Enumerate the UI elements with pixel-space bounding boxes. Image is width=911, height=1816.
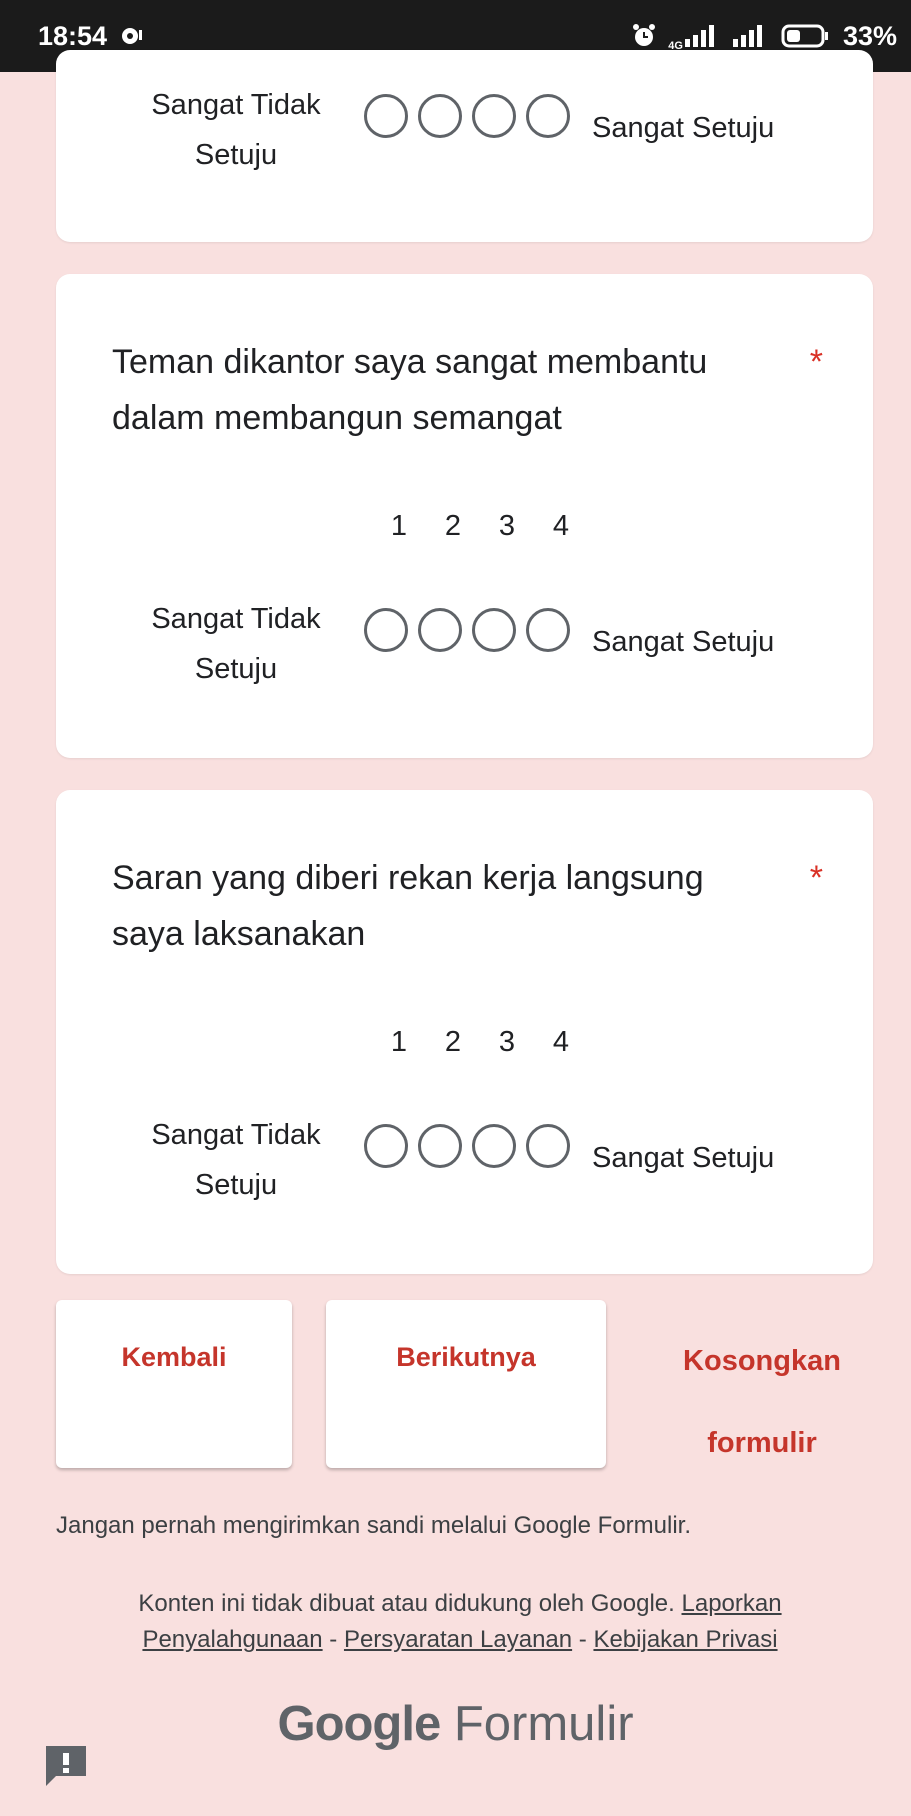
radio-option-3[interactable] — [472, 1124, 516, 1168]
scale-number-1: 1 — [390, 510, 408, 542]
clear-form-button[interactable]: Kosongkan formulir — [636, 1320, 888, 1484]
radio-option-3[interactable] — [472, 608, 516, 652]
required-asterisk: * — [809, 859, 823, 897]
required-asterisk: * — [809, 343, 823, 381]
clock: 18:54 — [38, 20, 108, 51]
scale-number-3: 3 — [498, 1026, 516, 1058]
radio-option-4[interactable] — [526, 94, 570, 138]
question-title: Saran yang diberi rekan kerja langsung s… — [112, 859, 704, 953]
radio-option-2[interactable] — [418, 608, 462, 652]
battery-icon — [781, 24, 828, 48]
next-button[interactable]: Berikutnya — [326, 1300, 606, 1468]
radio-option-2[interactable] — [418, 94, 462, 138]
brand-google: Google — [277, 1697, 441, 1751]
radio-group — [364, 1124, 584, 1174]
radio-option-1[interactable] — [364, 608, 408, 652]
low-label: Sangat Tidak Setuju — [151, 1119, 321, 1201]
radio-option-4[interactable] — [526, 1124, 570, 1168]
scale-number-2: 2 — [444, 1026, 462, 1058]
radio-option-4[interactable] — [526, 608, 570, 652]
question-title: Teman dikantor saya sangat membantu dala… — [112, 343, 708, 437]
scale-number-1: 1 — [390, 1026, 408, 1058]
question-card-3: Saran yang diberi rekan kerja langsung s… — [56, 790, 873, 1274]
high-label: Sangat Setuju — [592, 112, 775, 144]
scale-number-4: 4 — [552, 1026, 570, 1058]
radio-group — [364, 608, 584, 658]
terms-link[interactable]: Persyaratan Layanan — [344, 1626, 572, 1653]
footer-disclaimer: Konten ini tidak dibuat atau didukung ol… — [60, 1586, 860, 1658]
separator: - — [329, 1626, 338, 1653]
separator: - — [578, 1626, 587, 1653]
privacy-link[interactable]: Kebijakan Privasi — [593, 1626, 777, 1653]
brand-product: Formulir — [453, 1697, 634, 1751]
radio-option-1[interactable] — [364, 94, 408, 138]
question-card-2: Teman dikantor saya sangat membantu dala… — [56, 274, 873, 758]
high-label: Sangat Setuju — [592, 626, 775, 658]
alarm-icon — [633, 24, 656, 46]
radio-option-2[interactable] — [418, 1124, 462, 1168]
battery-percent: 33% — [842, 20, 897, 51]
question-card-1: Sangat Tidak Setuju Sangat Setuju — [56, 50, 873, 242]
notification-icon — [122, 28, 143, 44]
disclaimer-text: Konten ini tidak dibuat atau didukung ol… — [138, 1590, 675, 1617]
scale-number-2: 2 — [444, 510, 462, 542]
radio-option-1[interactable] — [364, 1124, 408, 1168]
signal-icon — [684, 25, 714, 47]
scale-numbers: 1 2 3 4 — [372, 510, 632, 550]
scale-number-4: 4 — [552, 510, 570, 542]
google-forms-logo[interactable]: Google Formulir — [0, 1696, 911, 1752]
password-warning: Jangan pernah mengirimkan sandi melalui … — [56, 1512, 691, 1539]
scale-numbers: 1 2 3 4 — [372, 1026, 632, 1066]
radio-option-3[interactable] — [472, 94, 516, 138]
scale-number-3: 3 — [498, 510, 516, 542]
low-label: Sangat Tidak Setuju — [151, 89, 321, 171]
feedback-icon[interactable] — [42, 1742, 90, 1790]
high-label: Sangat Setuju — [592, 1142, 775, 1174]
radio-group — [364, 94, 584, 144]
signal-icon-2 — [732, 25, 762, 47]
back-button[interactable]: Kembali — [56, 1300, 292, 1468]
low-label: Sangat Tidak Setuju — [151, 603, 321, 685]
